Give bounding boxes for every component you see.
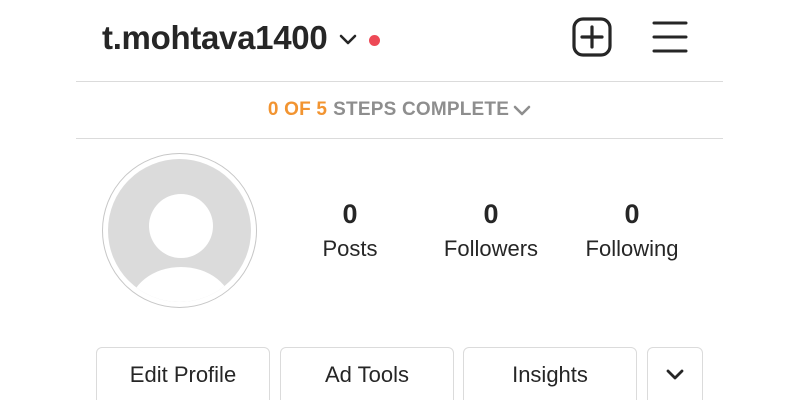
- account-switcher[interactable]: t.mohtava1400: [102, 18, 381, 58]
- following-label: Following: [585, 236, 679, 261]
- posts-label: Posts: [322, 236, 378, 261]
- default-avatar-icon: [108, 159, 251, 302]
- stat-following[interactable]: 0 Following: [562, 196, 702, 266]
- followers-count: 0: [483, 199, 499, 229]
- stat-posts[interactable]: 0 Posts: [280, 196, 420, 266]
- profile-header: t.mohtava1400: [76, 0, 723, 80]
- username: t.mohtava1400: [102, 19, 328, 56]
- profile-page: t.mohtava1400 0 OF 5 STEPS COMPLETE 0 Po…: [0, 0, 800, 400]
- avatar-head-shape: [149, 194, 213, 258]
- following-count: 0: [624, 199, 640, 229]
- chevron-down-icon: [666, 369, 684, 380]
- hamburger-menu-icon[interactable]: [652, 19, 688, 55]
- insights-button[interactable]: Insights: [463, 347, 637, 400]
- steps-label: STEPS COMPLETE: [333, 99, 510, 120]
- steps-count: 0 OF 5: [267, 99, 328, 120]
- avatar-body-shape: [130, 267, 232, 302]
- notification-dot: [369, 34, 381, 46]
- steps-divider: [76, 138, 723, 139]
- profile-avatar[interactable]: [102, 153, 257, 308]
- ad-tools-button[interactable]: Ad Tools: [280, 347, 454, 400]
- chevron-down-icon: [513, 105, 531, 115]
- chevron-down-icon: [340, 34, 357, 45]
- posts-count: 0: [342, 199, 358, 229]
- edit-profile-button[interactable]: Edit Profile: [96, 347, 270, 400]
- suggested-accounts-button[interactable]: [647, 347, 703, 400]
- plus-square-icon[interactable]: [572, 17, 612, 57]
- stat-followers[interactable]: 0 Followers: [421, 196, 561, 266]
- followers-label: Followers: [443, 236, 539, 261]
- profile-steps-toggle[interactable]: 0 OF 5 STEPS COMPLETE: [76, 82, 723, 138]
